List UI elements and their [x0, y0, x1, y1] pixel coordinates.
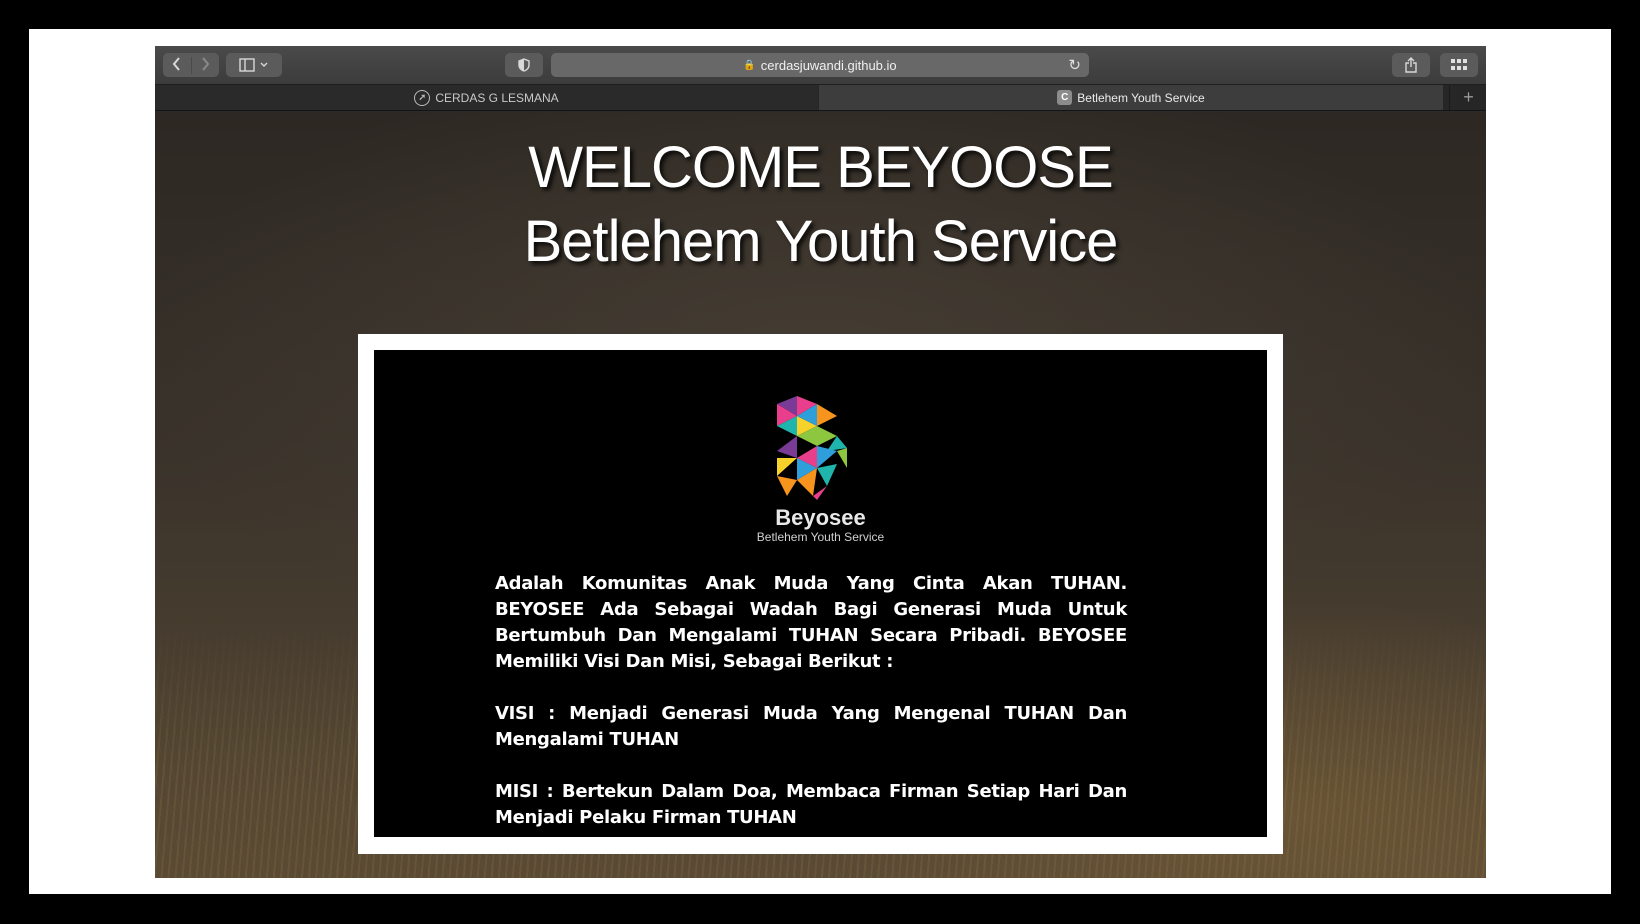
sidebar-toggle-button[interactable]: [226, 53, 282, 77]
shield-icon: [518, 58, 530, 72]
brand-tagline: Betlehem Youth Service: [756, 530, 885, 544]
share-button[interactable]: [1392, 53, 1430, 77]
tab-label: CERDAS G LESMANA: [435, 90, 559, 105]
new-tab-button[interactable]: +: [1449, 85, 1486, 110]
address-bar[interactable]: 🔒 cerdasjuwandi.github.io ↻: [551, 53, 1089, 77]
beyosee-logo: [777, 396, 847, 500]
back-button[interactable]: [163, 56, 191, 74]
intro-text: Adalah Komunitas Anak Muda Yang Cinta Ak…: [495, 573, 1127, 672]
grid-icon: [1451, 59, 1467, 70]
page-content: WELCOME BEYOOSE Betlehem Youth Service B…: [155, 112, 1486, 878]
page-title: WELCOME BEYOOSE: [528, 135, 1113, 200]
share-icon: [1405, 57, 1417, 73]
browser-window: 🔒 cerdasjuwandi.github.io ↻ ➚ CERDAS G L…: [155, 46, 1486, 878]
site-favicon-icon: C: [1057, 90, 1073, 105]
visi-text: VISI : Menjadi Generasi Muda Yang Mengen…: [495, 703, 1127, 750]
info-card: Beyosee Betlehem Youth Service Adalah Ko…: [374, 350, 1267, 837]
chevron-right-icon: [202, 56, 210, 71]
tab-betlehem[interactable]: C Betlehem Youth Service: [819, 85, 1443, 110]
address-text: cerdasjuwandi.github.io: [760, 57, 897, 73]
browser-toolbar: 🔒 cerdasjuwandi.github.io ↻: [155, 46, 1486, 85]
brand-name: Beyosee: [775, 505, 866, 530]
tab-cerdas[interactable]: ➚ CERDAS G LESMANA: [155, 85, 818, 110]
page-subtitle: Betlehem Youth Service: [523, 209, 1119, 274]
nav-buttons: [163, 53, 219, 77]
lock-icon: 🔒: [743, 59, 756, 71]
info-card-frame: Beyosee Betlehem Youth Service Adalah Ko…: [358, 334, 1283, 854]
chevron-left-icon: [172, 56, 180, 71]
tab-overview-button[interactable]: [1440, 53, 1478, 77]
compass-icon: ➚: [414, 89, 431, 106]
misi-text: MISI : Bertekun Dalam Doa, Membaca Firma…: [495, 781, 1127, 828]
reload-icon[interactable]: ↻: [1068, 56, 1081, 74]
privacy-report-button[interactable]: [505, 53, 543, 77]
tab-bar: ➚ CERDAS G LESMANA C Betlehem Youth Serv…: [155, 85, 1486, 111]
tab-label: Betlehem Youth Service: [1077, 90, 1205, 105]
forward-button[interactable]: [190, 56, 220, 74]
sidebar-icon: [239, 58, 268, 72]
